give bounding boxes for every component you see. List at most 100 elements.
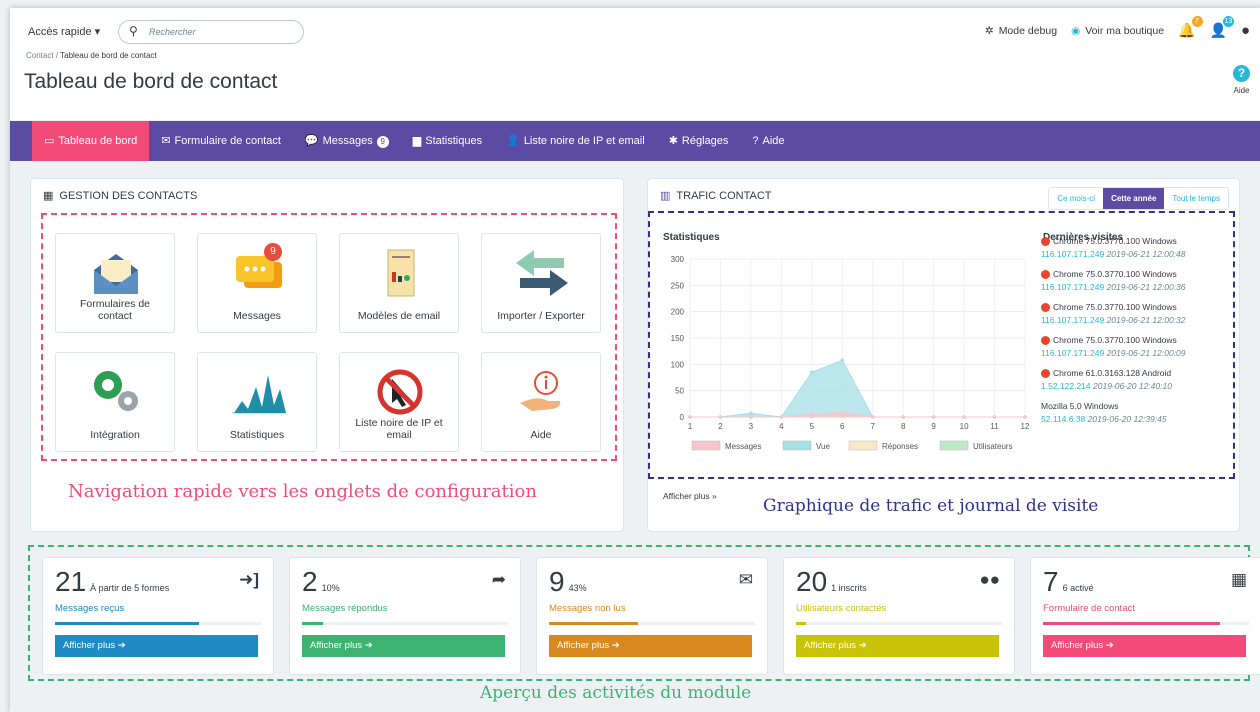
chrome-icon bbox=[1041, 336, 1050, 346]
visit-time: 2019-06-20 12:40:10 bbox=[1093, 381, 1172, 391]
breadcrumb-current: Tableau de bord de contact bbox=[60, 51, 157, 60]
legend-label: Réponses bbox=[882, 442, 918, 451]
stat-icon-3: ●● bbox=[979, 570, 1000, 589]
period-all[interactable]: Tout le temps bbox=[1164, 188, 1228, 209]
search-input[interactable]: ⚲ Rechercher bbox=[118, 20, 304, 44]
tile-7[interactable]: Aide bbox=[481, 352, 601, 452]
module-tabs: ▭ Tableau de bord ✉ Formulaire de contact 💬 M… bbox=[10, 121, 1260, 161]
stat-progress-fill bbox=[1043, 622, 1221, 625]
stat-number: 9 43% bbox=[549, 566, 587, 598]
quick-access-menu[interactable]: Accès rapide ▾ bbox=[28, 25, 100, 38]
x-tick-label: 8 bbox=[901, 422, 906, 431]
tab-label: Tableau de bord bbox=[58, 135, 138, 147]
stat-progress bbox=[1043, 622, 1249, 625]
x-tick-label: 5 bbox=[810, 422, 815, 431]
help-label: Aide bbox=[1233, 86, 1250, 95]
tab-0[interactable]: ▭ Tableau de bord bbox=[32, 121, 150, 161]
tab-2[interactable]: 💬 Messages 9 bbox=[293, 121, 401, 161]
customers-notification-icon[interactable]: 👤 13 bbox=[1210, 16, 1234, 39]
data-point bbox=[1023, 415, 1027, 419]
tile-0[interactable]: Formulaires de contact bbox=[55, 233, 175, 333]
visit-time: 2019-06-20 12:39:45 bbox=[1087, 414, 1167, 424]
stat-more-button[interactable]: Afficher plus ➔ bbox=[549, 635, 752, 657]
stats-label: Statistiques bbox=[663, 232, 720, 243]
search-icon: ⚲ bbox=[129, 24, 138, 38]
tab-1[interactable]: ✉ Formulaire de contact bbox=[149, 121, 293, 161]
tab-6[interactable]: ? Aide bbox=[740, 121, 796, 161]
show-more-link[interactable]: Afficher plus » bbox=[663, 491, 717, 501]
breadcrumb-root[interactable]: Contact bbox=[26, 51, 54, 60]
stat-card-0: 21 À partir de 5 formes ➜] Messages reçus Af… bbox=[42, 557, 274, 675]
data-point bbox=[870, 415, 875, 419]
tab-icon: ✉ bbox=[161, 135, 171, 147]
visit-ip[interactable]: 116.107.171.249 bbox=[1041, 249, 1104, 259]
stat-sub: 6 activé bbox=[1062, 583, 1094, 593]
y-tick-label: 150 bbox=[671, 334, 685, 343]
period-year[interactable]: Cette année bbox=[1103, 188, 1165, 209]
chrome-icon bbox=[1041, 303, 1050, 313]
stat-card-4: 76 activé ▦ Formulaire de contact Afficher … bbox=[1030, 557, 1260, 675]
tab-4[interactable]: 👤 Liste noire de IP et email bbox=[494, 121, 657, 161]
stat-more-button[interactable]: Afficher plus ➔ bbox=[796, 635, 999, 657]
tab-3[interactable]: ▆ Statistiques bbox=[401, 121, 494, 161]
x-tick-label: 10 bbox=[960, 422, 969, 431]
visit-ip[interactable]: 116.107.171.249 bbox=[1041, 282, 1104, 292]
view-shop-link[interactable]: ◉ Voir ma boutique bbox=[1071, 25, 1164, 37]
period-month[interactable]: Ce mois-ci bbox=[1049, 188, 1103, 209]
tile-1[interactable]: Messages 9 bbox=[197, 233, 317, 333]
data-point bbox=[962, 415, 966, 419]
tile-3[interactable]: Importer / Exporter bbox=[481, 233, 601, 333]
stat-card-1: 2 10% ➦ Messages répondus Afficher plus ➔ bbox=[289, 557, 521, 675]
visit-ip[interactable]: 1.52.122.214 bbox=[1041, 381, 1091, 391]
visit-ip[interactable]: 116.107.171.249 bbox=[1041, 315, 1104, 325]
help-icon: ? bbox=[1233, 65, 1250, 82]
breadcrumb: Contact / Tableau de bord de contact bbox=[26, 51, 157, 60]
stat-more-button[interactable]: Afficher plus ➔ bbox=[1043, 635, 1246, 657]
stat-icon-4: ▦ bbox=[1230, 570, 1247, 589]
tab-label: Statistiques bbox=[425, 135, 483, 147]
tile-4[interactable]: Intégration bbox=[55, 352, 175, 452]
stat-label: Utilisateurs contactés bbox=[796, 603, 887, 614]
traffic-chart: 0501001502002503001 2 3 4 5 6 7 8 9 10 11 12Message… bbox=[671, 255, 1030, 451]
tile-6[interactable]: Liste noire de IP et email bbox=[339, 352, 459, 452]
orders-notification-icon[interactable]: 🔔 7 bbox=[1178, 16, 1203, 39]
quick-nav-caption: Navigation rapide vers les onglets de co… bbox=[68, 481, 537, 502]
visit-agent: Chrome 75.0.3770.100 Windows bbox=[1053, 269, 1177, 279]
tab-5[interactable]: ✱ Réglages bbox=[657, 121, 741, 161]
stat-card-2: 9 43% ✉ Messages non lus Afficher plus ➔ bbox=[536, 557, 768, 675]
stat-value: 9 bbox=[549, 566, 565, 597]
account-icon[interactable]: ● bbox=[1241, 22, 1250, 39]
y-tick-label: 0 bbox=[680, 413, 685, 422]
period-switch: Ce mois-ci Cette année Tout le temps bbox=[1048, 187, 1229, 210]
view-shop-label: Voir ma boutique bbox=[1085, 24, 1165, 37]
visit-ip[interactable]: 52.114.6.38 bbox=[1041, 414, 1085, 424]
debug-mode-link[interactable]: ✲ Mode debug bbox=[985, 25, 1057, 37]
visit-agent: Chrome 61.0.3163.128 Android bbox=[1053, 368, 1172, 378]
stat-progress bbox=[549, 622, 755, 625]
stat-progress bbox=[796, 622, 1002, 625]
tile-label: Intégration bbox=[90, 429, 140, 441]
visit-ip[interactable]: 116.107.171.249 bbox=[1041, 348, 1104, 358]
tab-icon: ✱ bbox=[668, 135, 678, 147]
header: Accès rapide ▾ ⚲ Rechercher Contact / Tab… bbox=[10, 8, 1260, 120]
stat-more-button[interactable]: Afficher plus ➔ bbox=[55, 635, 258, 657]
visit-agent: Mozilla 5.0 Windows bbox=[1041, 401, 1119, 411]
messages-tile-badge: 9 bbox=[264, 243, 282, 261]
tile-0-icon bbox=[86, 248, 146, 298]
y-tick-label: 50 bbox=[675, 387, 684, 396]
data-point bbox=[840, 358, 845, 362]
stat-sub: 10% bbox=[321, 583, 340, 593]
tab-label: Messages bbox=[322, 135, 373, 147]
tile-2[interactable]: Modèles de email bbox=[339, 233, 459, 333]
stat-more-button[interactable]: Afficher plus ➔ bbox=[302, 635, 505, 657]
stat-progress-fill bbox=[302, 622, 323, 625]
help-button[interactable]: ? Aide bbox=[1233, 65, 1250, 95]
chrome-icon bbox=[1041, 270, 1050, 280]
tab-icon: 💬 bbox=[304, 135, 319, 147]
legend-label: Messages bbox=[725, 442, 761, 451]
tile-5[interactable]: Statistiques bbox=[197, 352, 317, 452]
data-point bbox=[718, 415, 723, 419]
stat-number: 76 activé bbox=[1043, 566, 1094, 598]
y-tick-label: 100 bbox=[671, 360, 685, 369]
stat-sub: À partir de 5 formes bbox=[90, 583, 170, 593]
